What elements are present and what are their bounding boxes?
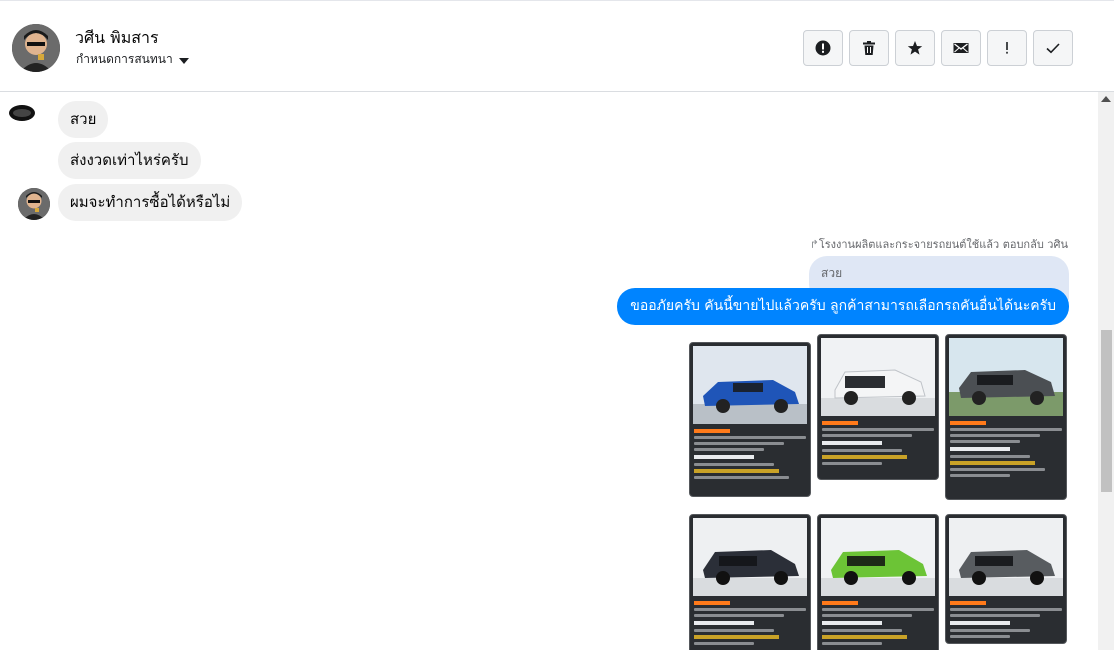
important-button[interactable] xyxy=(987,30,1027,66)
contact-avatar-small xyxy=(18,188,50,220)
message-thread: สวย ส่งงวดเท่าไหร่ครับ ผมจะทำการซื้อได้ห… xyxy=(0,92,1098,650)
incoming-message[interactable]: ผมจะทำการซื้อได้หรือไม่ xyxy=(58,184,243,221)
reply-arrow-icon: ↱ xyxy=(809,238,819,251)
done-button[interactable] xyxy=(1033,30,1073,66)
outgoing-message[interactable]: ขออภัยครับ คันนี้ขายไปแล้วครับ ลูกค้าสาม… xyxy=(617,288,1069,325)
reply-meta: ↱โรงงานผลิตและกระจายรถยนต์ใช้แล้ว ตอบกลั… xyxy=(809,238,1068,251)
car-listing-card[interactable] xyxy=(945,514,1067,644)
alert-circle-icon xyxy=(815,40,831,56)
envelope-icon xyxy=(953,43,969,53)
delete-button[interactable] xyxy=(849,30,889,66)
assign-label: กำหนดการสนทนา xyxy=(76,52,173,66)
incoming-message[interactable]: สวย xyxy=(58,101,109,138)
scroll-up-icon[interactable] xyxy=(1101,96,1111,102)
trash-icon xyxy=(863,41,875,55)
car-listing-card[interactable] xyxy=(817,334,939,480)
page-avatar xyxy=(8,102,36,124)
report-button[interactable] xyxy=(803,30,843,66)
car-listing-card[interactable] xyxy=(945,334,1067,500)
car-listing-card[interactable] xyxy=(817,514,939,650)
header-actions xyxy=(803,30,1073,66)
contact-name: วศีน พิมสาร xyxy=(75,28,159,47)
mark-unread-button[interactable] xyxy=(941,30,981,66)
caret-down-icon xyxy=(178,57,189,64)
car-listing-card[interactable] xyxy=(689,342,811,497)
contact-avatar[interactable] xyxy=(12,24,60,72)
star-icon xyxy=(907,41,923,55)
scrollbar-thumb[interactable] xyxy=(1101,330,1112,492)
incoming-message[interactable]: ส่งงวดเท่าไหร่ครับ xyxy=(58,142,201,179)
exclamation-icon xyxy=(1006,42,1008,54)
conversation-header: วศีน พิมสาร กำหนดการสนทนา xyxy=(0,0,1114,92)
star-button[interactable] xyxy=(895,30,935,66)
assign-conversation-dropdown[interactable]: กำหนดการสนทนา xyxy=(76,50,189,69)
car-listing-card[interactable] xyxy=(689,514,811,650)
check-icon xyxy=(1046,43,1060,54)
